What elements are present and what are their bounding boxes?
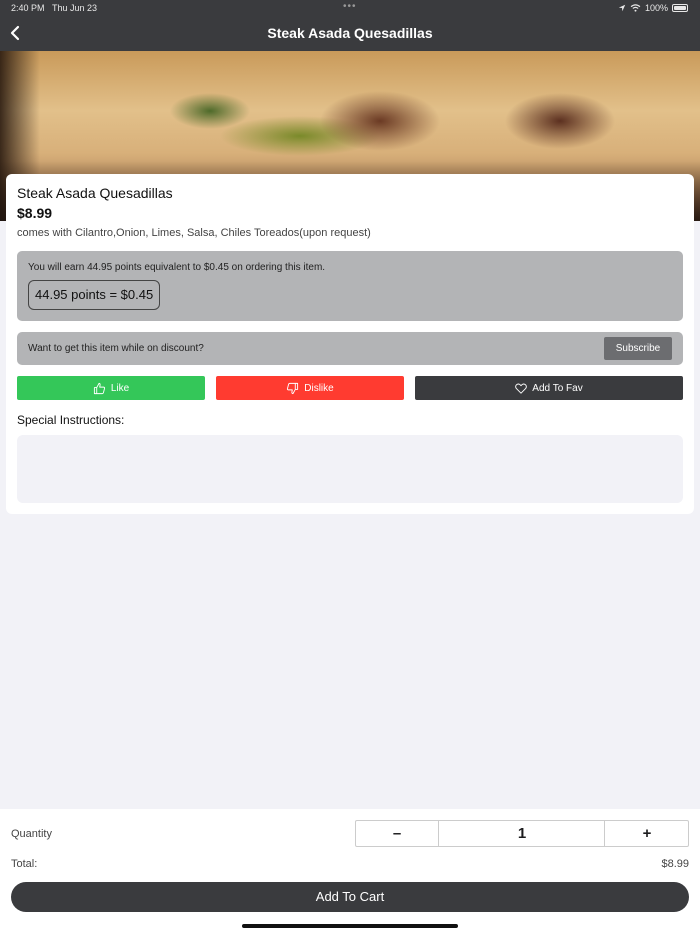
like-label: Like [110,382,130,394]
points-panel: You will earn 44.95 points equivalent to… [17,251,683,321]
home-indicator[interactable] [242,924,458,928]
add-to-fav-button[interactable]: Add To Fav [415,376,683,400]
status-time: 2:40 PM [11,3,45,13]
points-badge: 44.95 points = $0.45 [28,280,161,310]
discount-text: Want to get this item while on discount? [28,343,204,354]
status-bar: 2:40 PM Thu Jun 23 ••• 100% [0,0,700,16]
dislike-button[interactable]: Dislike [216,376,404,400]
quantity-label: Quantity [11,828,52,840]
item-detail-card: Steak Asada Quesadillas $8.99 comes with… [6,174,694,514]
action-buttons: Like Dislike Add To Fav [17,376,683,400]
status-indicators: 100% [618,3,688,13]
add-to-fav-label: Add To Fav [532,382,583,394]
order-footer: Quantity – 1 + Total: $8.99 Add To Cart [0,809,700,934]
item-description: comes with Cilantro,Onion, Limes, Salsa,… [17,227,371,239]
thumbs-down-icon [287,382,299,394]
item-price: $8.99 [17,205,53,221]
battery-percent: 100% [644,3,668,13]
quantity-value: 1 [440,821,605,846]
quantity-stepper: – 1 + [355,820,689,847]
points-earn-text: You will earn 44.95 points equivalent to… [28,262,326,273]
dislike-label: Dislike [304,382,334,394]
battery-icon [672,4,688,12]
item-name: Steak Asada Quesadillas [17,185,173,201]
special-instructions-label: Special Instructions: [17,413,125,427]
total-value: $8.99 [661,858,689,870]
page-title: Steak Asada Quesadillas [267,25,433,41]
quantity-increment-button[interactable]: + [606,821,688,846]
status-date: Thu Jun 23 [52,3,98,13]
heart-icon [515,383,528,394]
discount-panel: Want to get this item while on discount?… [17,332,683,365]
nav-bar: Steak Asada Quesadillas [0,16,700,51]
add-to-cart-button[interactable]: Add To Cart [11,882,689,912]
subscribe-button[interactable]: Subscribe [604,337,672,360]
wifi-icon [630,4,641,12]
total-label: Total: [11,858,38,870]
location-icon [618,4,626,12]
special-instructions-input[interactable] [17,435,683,503]
thumbs-up-icon [93,382,105,394]
multitask-dots-icon[interactable]: ••• [343,1,357,12]
like-button[interactable]: Like [17,376,205,400]
quantity-decrement-button[interactable]: – [356,821,439,846]
